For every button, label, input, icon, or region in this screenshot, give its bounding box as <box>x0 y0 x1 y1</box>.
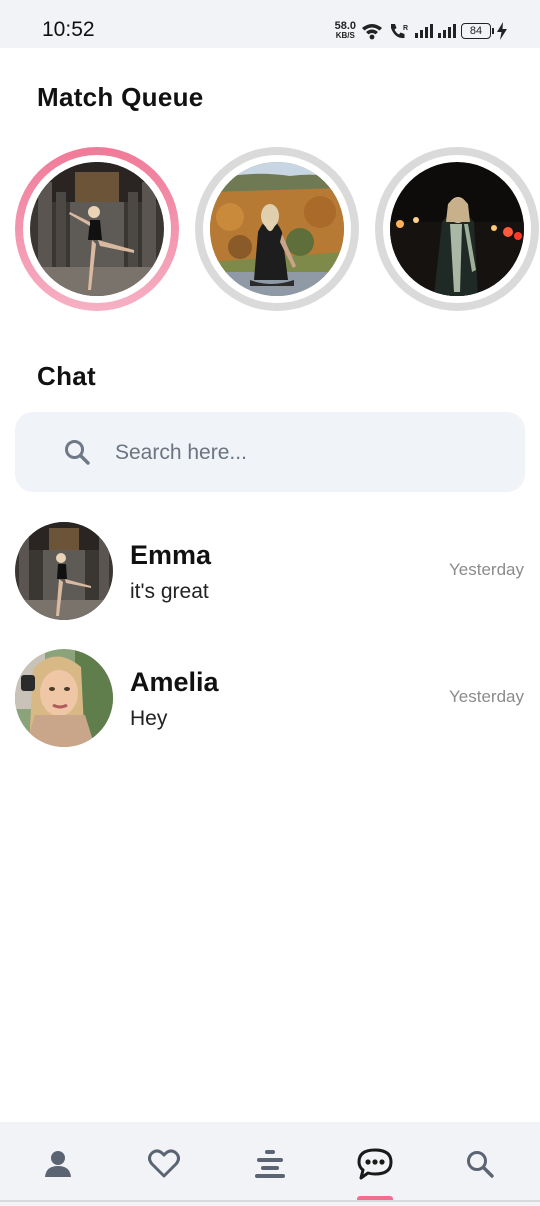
mountain-view-photo <box>210 162 344 296</box>
signal-icon <box>415 24 433 38</box>
avatar <box>15 649 113 747</box>
volte-call-icon: R <box>391 24 408 39</box>
night-street-photo <box>390 162 524 296</box>
charging-icon <box>497 22 507 40</box>
search-icon <box>467 1151 494 1178</box>
contact-name: Emma <box>130 540 212 570</box>
battery-icon: 84 <box>461 23 494 39</box>
last-message: it's great <box>130 580 209 603</box>
net-speed-value: 58.0 <box>334 20 356 32</box>
dancer-photo <box>30 162 164 296</box>
nav-chat[interactable] <box>355 1144 395 1184</box>
wifi-icon <box>362 24 382 40</box>
menu-lines-icon <box>255 1150 285 1178</box>
profile-icon <box>45 1151 71 1177</box>
search-bar[interactable] <box>15 412 525 492</box>
net-speed: 58.0 KB/S <box>334 20 356 41</box>
match-queue-item[interactable] <box>15 147 179 311</box>
match-queue-item[interactable] <box>195 147 359 311</box>
status-icons: 58.0 KB/S R 84 <box>335 18 508 44</box>
svg-text:R: R <box>403 25 408 32</box>
net-speed-unit: KB/S <box>335 31 355 40</box>
search-icon <box>65 440 90 465</box>
chat-list-item[interactable]: Emma it's great Yesterday <box>0 522 540 626</box>
avatar <box>15 522 113 620</box>
chat-bubble-icon <box>357 1148 393 1180</box>
chat-title: Chat <box>37 361 96 391</box>
heart-icon <box>148 1149 180 1178</box>
contact-name: Amelia <box>130 667 219 697</box>
nav-profile[interactable] <box>38 1144 78 1184</box>
message-time: Yesterday <box>449 560 524 579</box>
bottom-navigation <box>0 1122 540 1206</box>
chat-list-item[interactable]: Amelia Hey Yesterday <box>0 649 540 753</box>
match-queue-title: Match Queue <box>37 82 204 112</box>
gesture-bar <box>0 1200 540 1202</box>
match-queue-item[interactable] <box>375 147 539 311</box>
message-time: Yesterday <box>449 687 524 706</box>
last-message: Hey <box>130 707 168 730</box>
search-input[interactable] <box>113 434 497 472</box>
signal-icon <box>438 24 456 38</box>
nav-feed[interactable] <box>250 1144 290 1184</box>
status-bar: 10:52 58.0 KB/S R 84 <box>0 0 540 48</box>
status-time: 10:52 <box>42 18 95 41</box>
nav-likes[interactable] <box>144 1144 184 1184</box>
nav-search[interactable] <box>460 1144 500 1184</box>
